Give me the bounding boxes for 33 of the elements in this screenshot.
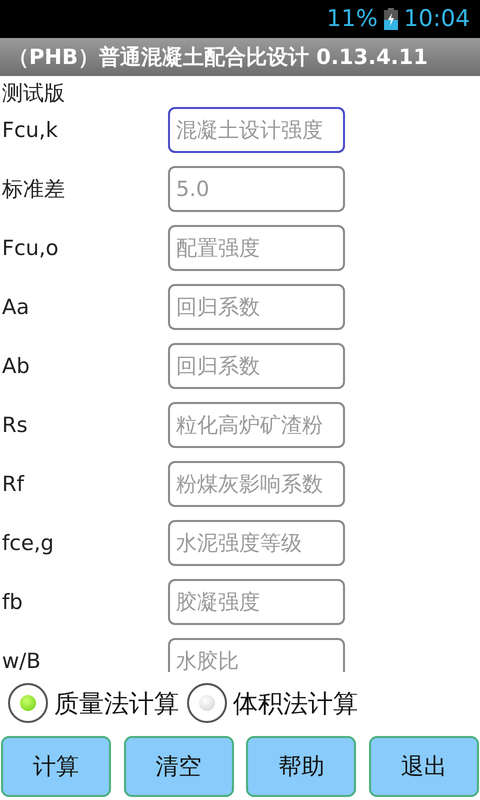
field-label: w/B (1, 649, 42, 672)
field-label: Rs (1, 413, 29, 437)
radio-button[interactable] (8, 683, 48, 723)
field-label: Fcu,o (1, 236, 60, 260)
clock-time: 10:04 (404, 6, 470, 32)
field-label: fb (1, 590, 24, 614)
action-button[interactable]: 计算 (1, 736, 111, 797)
action-button[interactable]: 清空 (124, 736, 234, 797)
input-field[interactable]: 粉煤灰影响系数 (168, 461, 345, 507)
input-field[interactable]: 回归系数 (168, 284, 345, 330)
input-field[interactable]: 回归系数 (168, 343, 345, 389)
radio-label[interactable]: 体积法计算 (233, 686, 358, 720)
input-field[interactable]: 混凝土设计强度 (168, 107, 345, 153)
radio-label[interactable]: 质量法计算 (54, 686, 179, 720)
input-field[interactable]: 胶凝强度 (168, 579, 345, 625)
input-field[interactable]: 配置强度 (168, 225, 345, 271)
input-field[interactable]: 水泥强度等级 (168, 520, 345, 566)
field-label: fce,g (1, 531, 55, 555)
version-label: 测试版 (1, 80, 65, 107)
radio-button[interactable] (187, 683, 227, 723)
app-title: （PHB）普通混凝土配合比设计 0.13.4.11 (0, 38, 480, 76)
battery-percent: 11% (326, 6, 378, 32)
input-field[interactable]: 粒化高炉矿渣粉 (168, 402, 345, 448)
battery-charging-icon (384, 8, 398, 30)
action-button[interactable]: 退出 (368, 736, 479, 797)
input-field[interactable]: 水胶比 (168, 638, 345, 672)
field-label: Fcu,k (1, 118, 59, 142)
field-label: Ab (1, 354, 31, 378)
field-label: Aa (1, 295, 30, 319)
input-field[interactable]: 5.0 (168, 166, 345, 212)
field-label: 标准差 (1, 176, 66, 203)
action-button[interactable]: 帮助 (246, 736, 356, 797)
field-label: Rf (1, 472, 26, 496)
